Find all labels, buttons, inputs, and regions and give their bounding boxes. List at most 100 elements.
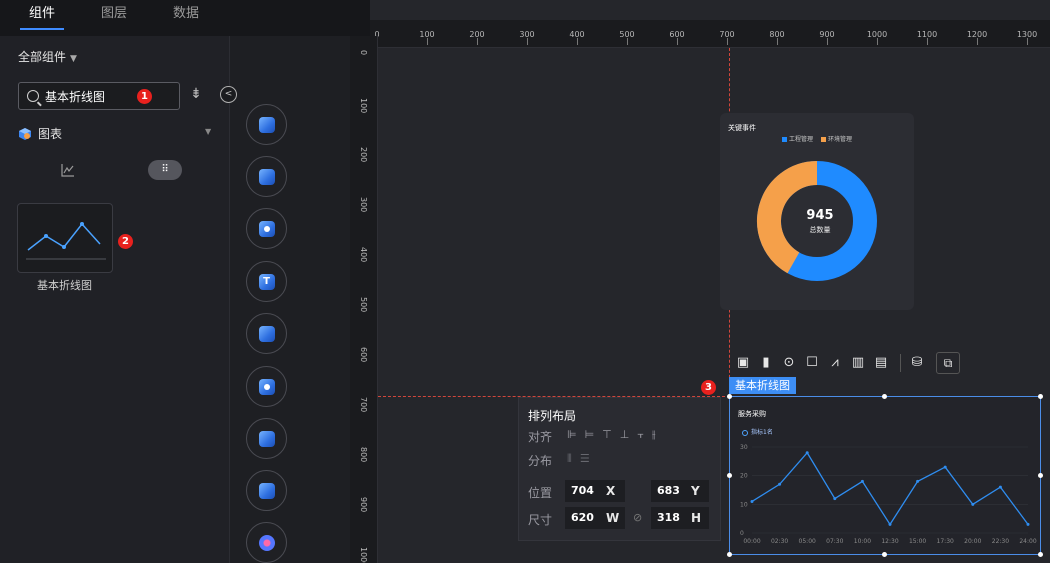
tab-data[interactable]: 数据 bbox=[156, 0, 216, 36]
x-tick-label: 22:30 bbox=[992, 538, 1009, 545]
h-suffix: H bbox=[691, 511, 702, 525]
ruler-x-line bbox=[577, 38, 578, 45]
line-chart-widget[interactable]: 服务采购 指标1名 0 10 20 30 00:00 02:30 05:00 07:30 10:… bbox=[729, 396, 1041, 555]
y-tick-label: 10 bbox=[740, 501, 748, 508]
link-icon[interactable]: ⧉ bbox=[936, 352, 960, 374]
rail-globe-button[interactable] bbox=[246, 366, 287, 407]
rail-media-button[interactable] bbox=[246, 156, 287, 197]
image-icon[interactable]: ▣ bbox=[733, 354, 753, 372]
x-tick-label: 02:30 bbox=[771, 538, 788, 545]
resize-handle[interactable] bbox=[727, 552, 732, 557]
ruler-x-line bbox=[977, 38, 978, 45]
rail-other-button[interactable] bbox=[246, 522, 287, 563]
y-tick-label: 30 bbox=[740, 444, 748, 451]
y-suffix: Y bbox=[691, 484, 700, 498]
data-point bbox=[888, 522, 892, 526]
search-box[interactable]: 1 bbox=[18, 82, 180, 110]
table-icon[interactable]: ☐ bbox=[802, 354, 822, 372]
selected-widget-label: 基本折线图 bbox=[729, 377, 796, 394]
component-thumbnail[interactable] bbox=[17, 203, 113, 273]
ruler-x-line bbox=[777, 38, 778, 45]
panel-title: 排列布局 bbox=[528, 409, 577, 423]
resize-handle[interactable] bbox=[727, 473, 732, 478]
column-chart-icon[interactable]: ▥ bbox=[848, 354, 868, 372]
step-badge-2: 2 bbox=[118, 234, 133, 249]
resize-handle[interactable] bbox=[727, 394, 732, 399]
ruler-y-tick: 400 bbox=[359, 247, 368, 263]
rail-text-button[interactable] bbox=[246, 261, 287, 302]
map-icon bbox=[258, 220, 275, 237]
step-badge-1: 1 bbox=[137, 88, 152, 104]
rail-interaction-button[interactable] bbox=[246, 418, 287, 459]
rail-chart-button[interactable] bbox=[246, 104, 287, 145]
ruler-x-line bbox=[927, 38, 928, 45]
data-point bbox=[971, 502, 975, 506]
donut-chart-widget[interactable]: 关键事件 工程管理 环境管理 945 总数量 bbox=[720, 113, 914, 310]
tab-components[interactable]: 组件 bbox=[12, 0, 72, 36]
gauge-icon[interactable]: ⊙ bbox=[779, 354, 799, 372]
bar-chart-icon[interactable]: ▮ bbox=[756, 354, 776, 372]
collapse-panel-button[interactable]: < bbox=[220, 86, 237, 103]
text-icon bbox=[258, 273, 275, 290]
position-y-field[interactable]: 683 bbox=[651, 480, 709, 502]
data-point bbox=[998, 485, 1002, 489]
ruler-x-line bbox=[427, 38, 428, 45]
lock-ratio-icon[interactable]: ⊘ bbox=[633, 511, 642, 524]
all-components-dropdown[interactable]: 全部组件 ▼ bbox=[18, 48, 77, 65]
align-label: 对齐 bbox=[528, 430, 553, 444]
search-input[interactable] bbox=[45, 89, 135, 103]
database-icon[interactable]: ⛁ bbox=[907, 354, 927, 372]
line-view-icon[interactable] bbox=[60, 162, 76, 178]
distribute-buttons[interactable]: ⦀☰ bbox=[567, 452, 598, 466]
all-components-label: 全部组件 bbox=[18, 50, 67, 64]
data-point bbox=[943, 465, 947, 469]
tab-layers[interactable]: 图层 bbox=[84, 0, 144, 36]
x-suffix: X bbox=[606, 484, 616, 498]
ruler-y-tick: 500 bbox=[359, 297, 368, 313]
rail-navigation-button[interactable] bbox=[246, 470, 287, 511]
align-buttons[interactable]: ⊫⊨⊤⊥⫟⫲ bbox=[567, 428, 664, 442]
position-x-value: 704 bbox=[571, 484, 594, 497]
ruler-y-tick: 800 bbox=[359, 447, 368, 463]
x-tick-label: 15:00 bbox=[909, 538, 926, 545]
number-icon[interactable]: ▤ bbox=[871, 354, 891, 372]
ruler-x-line bbox=[1027, 38, 1028, 45]
ruler-y-tick: 300 bbox=[359, 197, 368, 213]
data-point bbox=[916, 479, 920, 483]
line-chart-icon[interactable]: ⩘ bbox=[825, 354, 845, 372]
interaction-icon bbox=[258, 430, 275, 447]
position-label: 位置 bbox=[528, 486, 553, 500]
resize-handle[interactable] bbox=[882, 394, 887, 399]
donut-total-value: 945 bbox=[806, 208, 834, 223]
donut-total-label: 总数量 bbox=[809, 226, 831, 234]
chart-category-icon bbox=[19, 127, 31, 140]
category-caret-icon[interactable]: ▼ bbox=[205, 127, 211, 136]
grid-view-button[interactable]: ⠿ bbox=[148, 160, 182, 180]
y-tick-label: 20 bbox=[740, 473, 748, 480]
rail-decoration-button[interactable] bbox=[246, 313, 287, 354]
rail-map-button[interactable] bbox=[246, 208, 287, 249]
position-y-value: 683 bbox=[657, 484, 680, 497]
line-chart-thumb bbox=[26, 222, 106, 260]
ruler-y-tick: 1000 bbox=[359, 547, 368, 563]
other-icon bbox=[258, 534, 275, 551]
rail-top bbox=[230, 0, 370, 36]
data-point bbox=[1026, 522, 1030, 526]
chart-icon bbox=[258, 116, 275, 133]
component-label: 基本折线图 bbox=[37, 279, 92, 292]
ruler-x-line bbox=[677, 38, 678, 45]
position-x-field[interactable]: 704 bbox=[565, 480, 625, 502]
icon-rail bbox=[230, 0, 370, 563]
ruler-y-tick: 100 bbox=[359, 98, 368, 114]
size-h-value: 318 bbox=[657, 511, 680, 524]
resize-handle[interactable] bbox=[882, 552, 887, 557]
category-label: 图表 bbox=[38, 127, 63, 141]
toolbar-separator bbox=[900, 354, 901, 372]
resize-handle[interactable] bbox=[1038, 394, 1043, 399]
category-chart[interactable]: 图表 bbox=[18, 125, 62, 142]
resize-handle[interactable] bbox=[1038, 473, 1043, 478]
resize-handle[interactable] bbox=[1038, 552, 1043, 557]
ruler-y-tick: 0 bbox=[359, 50, 368, 56]
line-chart-svg: 0 10 20 30 00:00 02:30 05:00 07:30 10:00 12:30 15:… bbox=[740, 444, 1037, 545]
sort-icon[interactable]: ⇟ bbox=[188, 86, 204, 104]
